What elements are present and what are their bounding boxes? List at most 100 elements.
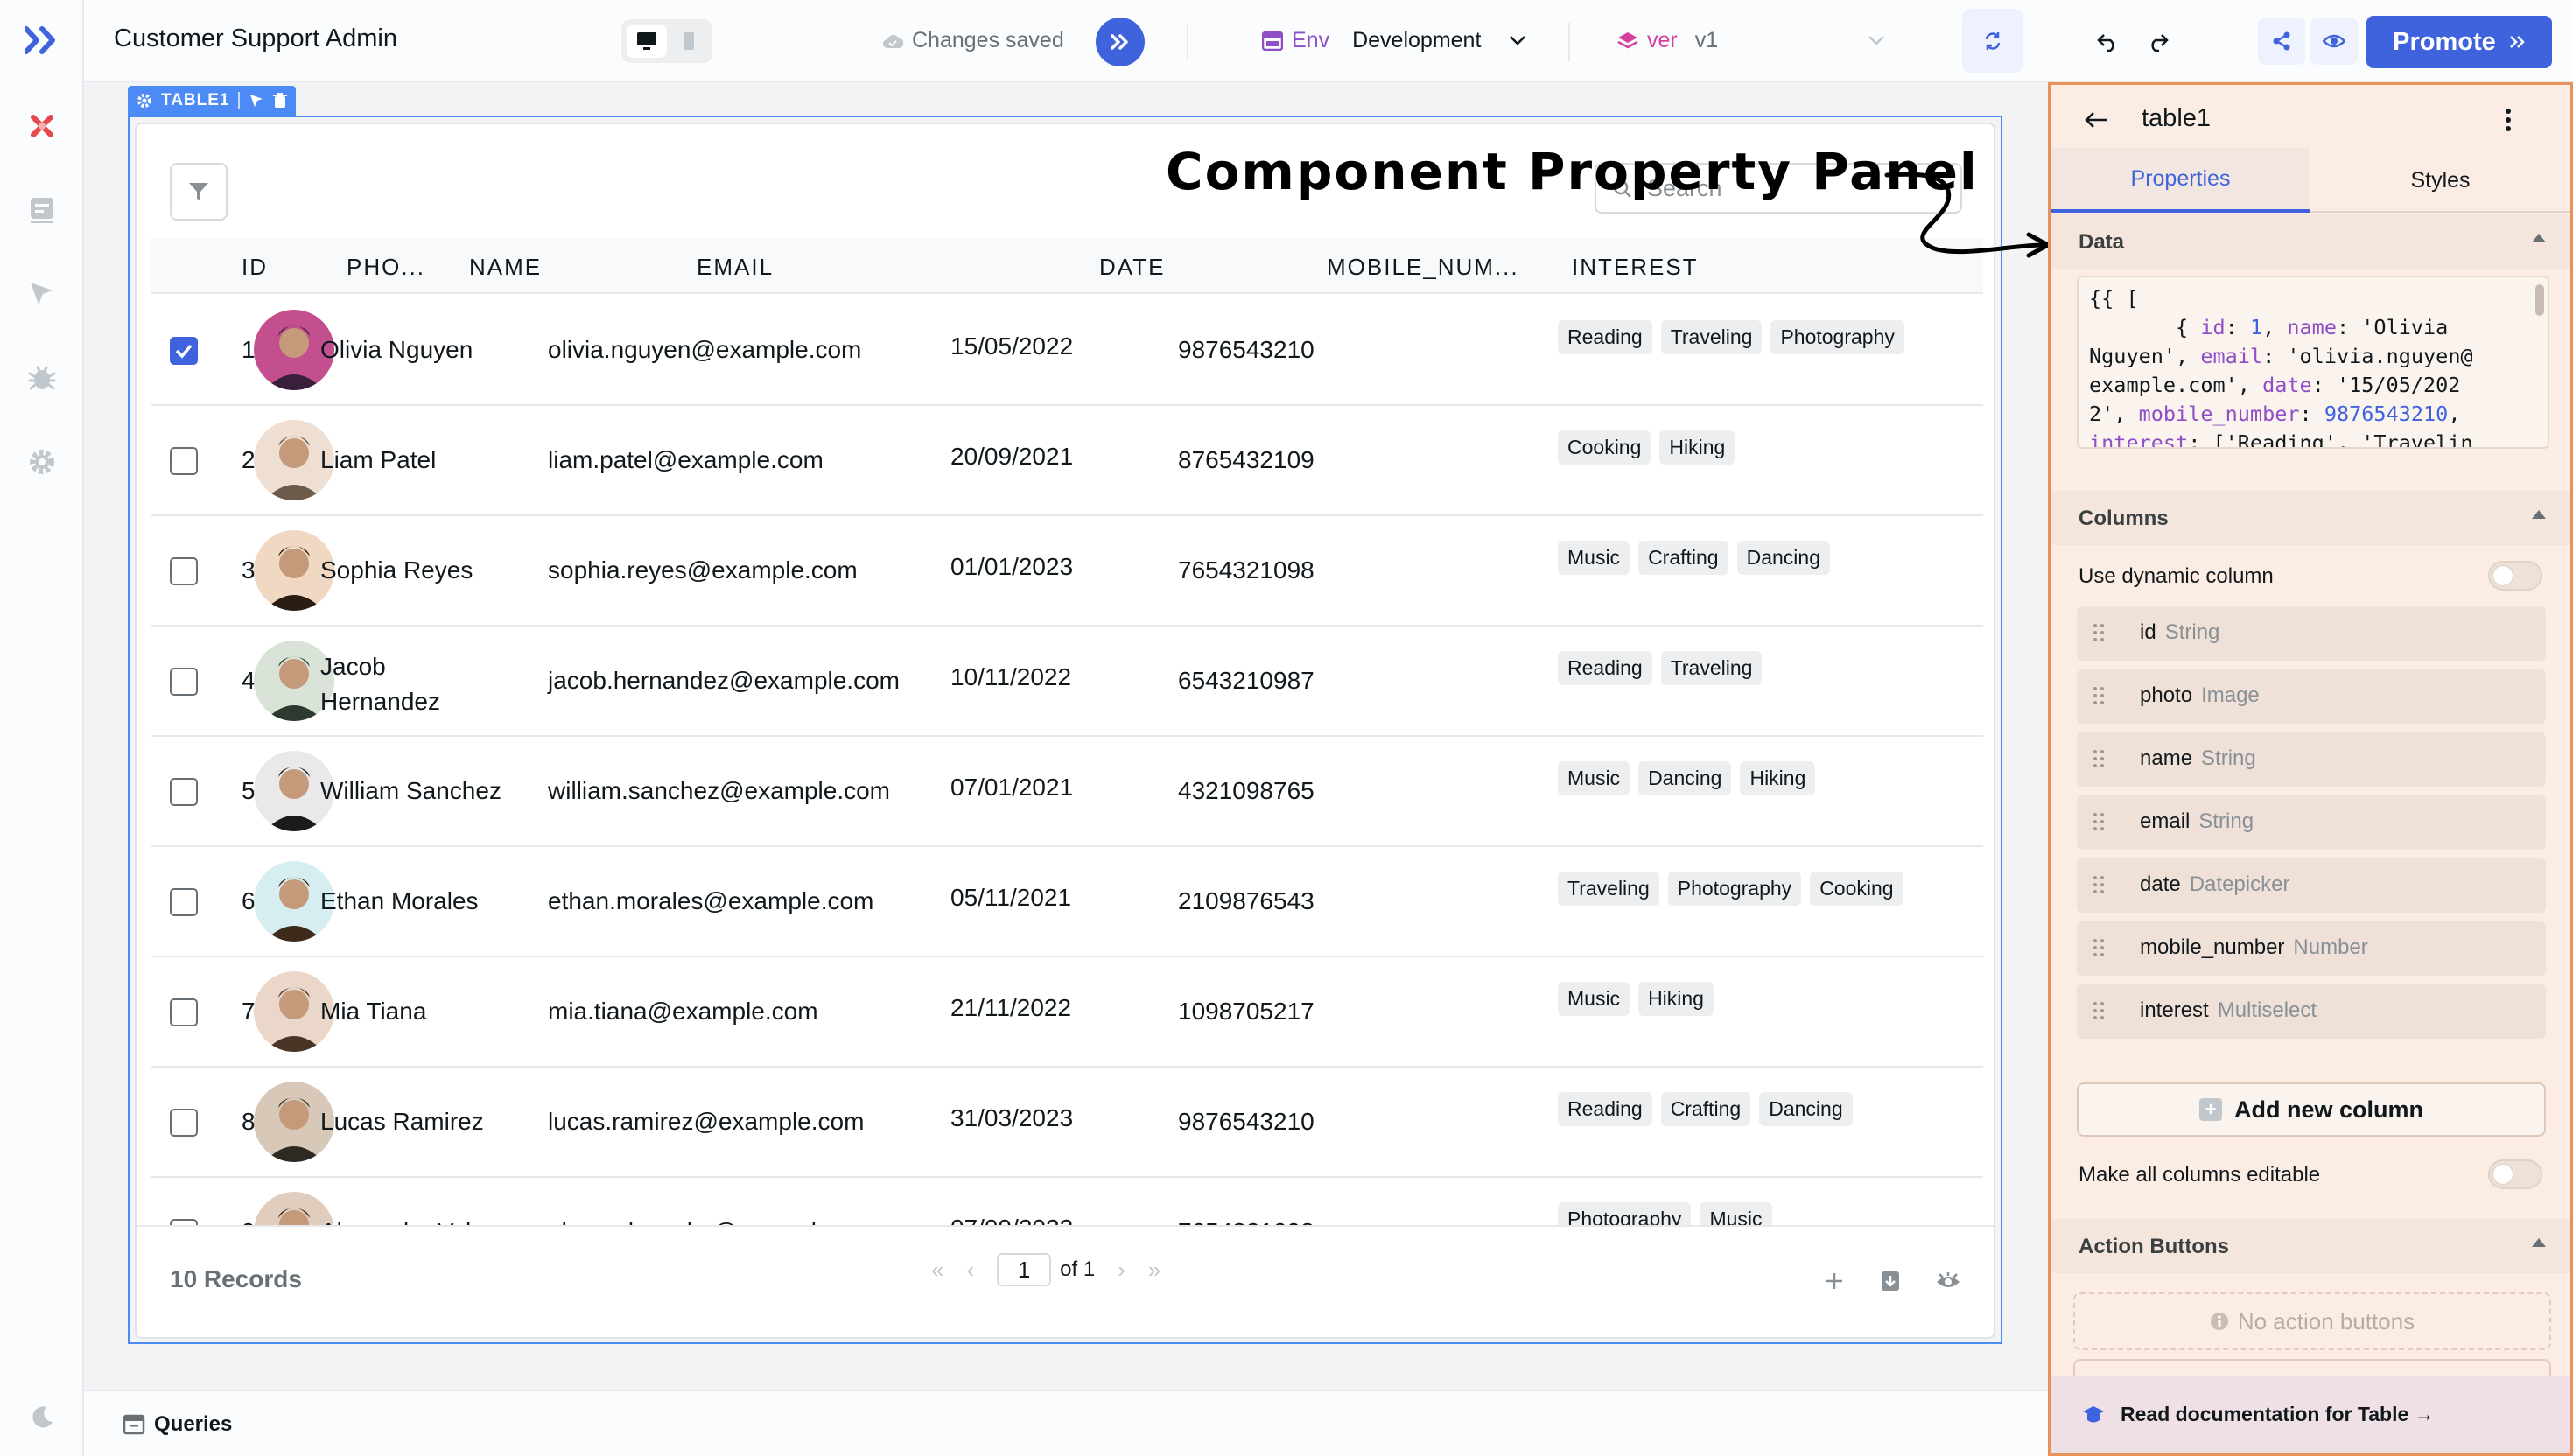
debugger-icon[interactable] [23,359,61,397]
editor-scrollbar[interactable] [2535,284,2544,316]
column-visibility-icon[interactable] [1932,1265,1964,1297]
table-row[interactable]: 3 Sophia Reyes sophia.reyes@example.com 01/… [151,516,1983,626]
column-header-interest[interactable]: INTEREST [1572,254,1699,281]
row-checkbox[interactable] [170,998,198,1026]
column-header-mobile-number[interactable]: MOBILE_NUM... [1327,254,1519,281]
use-dynamic-column-toggle[interactable] [2488,561,2542,591]
device-view-toggle[interactable] [621,19,712,63]
make-editable-toggle[interactable] [2488,1159,2542,1189]
settings-icon[interactable] [23,443,61,481]
column-header-name[interactable]: NAME [469,254,542,281]
row-checkbox[interactable] [170,447,198,475]
row-checkbox[interactable] [170,557,198,585]
cell-mobile-number: 8765432109 [1178,446,1315,473]
column-header-email[interactable]: EMAIL [697,254,774,281]
interest-tag: Music [1558,541,1630,575]
tab-properties[interactable]: Properties [2051,148,2310,213]
table-row[interactable]: 2 Liam Patel liam.patel@example.com 20/09/2… [151,406,1983,516]
release-button[interactable] [1096,18,1145,66]
page-input[interactable]: 1 [997,1253,1052,1286]
table-row[interactable]: 5 William Sanchez william.sanchez@example.… [151,737,1983,847]
table-row[interactable]: 1 Olivia Nguyen olivia.nguyen@example.com 1… [151,296,1983,406]
section-data[interactable]: Data [2051,214,2570,269]
refresh-button[interactable] [1962,9,2023,74]
drag-handle-icon[interactable] [2093,937,2105,958]
component-label[interactable]: TABLE1 [128,86,297,116]
cell-email: william.sanchez@example.com [548,777,891,804]
download-icon[interactable] [1875,1265,1906,1297]
drag-handle-icon[interactable] [2093,685,2105,706]
interest-tag: Hiking [1659,430,1735,465]
column-header-id[interactable]: ID [242,254,268,281]
cell-interest: Cooking Hiking [1558,430,1735,465]
desktop-view-icon[interactable] [627,24,667,58]
section-columns[interactable]: Columns [2051,491,2570,545]
row-checkbox[interactable] [170,888,198,916]
divider [1187,23,1188,61]
undo-icon[interactable] [2092,26,2123,58]
filter-button[interactable] [170,163,228,220]
chevron-down-icon[interactable] [1507,30,1528,51]
logo-icon[interactable] [23,21,61,60]
documentation-link[interactable]: Read documentation for Table → [2051,1376,2570,1453]
column-header-photo[interactable]: PHO... [347,254,425,281]
pages-icon[interactable] [23,191,61,229]
next-page-icon[interactable]: › [1118,1256,1125,1284]
panel-title[interactable]: table1 [2142,104,2211,133]
mobile-view-icon[interactable] [670,24,707,58]
drag-handle-icon[interactable] [2093,874,2105,895]
data-code-editor[interactable]: {{ [ { id: 1, name: 'Olivia Nguyen', ema… [2077,276,2549,449]
drag-handle-icon[interactable] [2093,1000,2105,1021]
row-checkbox[interactable] [170,668,198,696]
column-item-id[interactable]: id String [2077,606,2546,661]
section-action-buttons[interactable]: Action Buttons [2051,1219,2570,1273]
last-page-icon[interactable]: » [1148,1256,1160,1284]
add-row-icon[interactable] [1819,1265,1850,1297]
row-checkbox[interactable] [170,778,198,806]
row-checkbox[interactable] [170,1109,198,1137]
chevron-down-icon[interactable] [1866,30,1887,51]
column-item-interest[interactable]: interest Multiselect [2077,984,2546,1039]
plugin-icon[interactable] [23,107,61,145]
promote-button[interactable]: Promote [2366,16,2552,68]
inspector-icon[interactable] [23,275,61,313]
inspect-icon[interactable] [249,93,264,108]
more-options-icon[interactable] [2504,108,2513,132]
drag-handle-icon[interactable] [2093,622,2105,643]
queries-toggle[interactable]: Queries [123,1412,232,1437]
redo-icon[interactable] [2142,26,2174,58]
prev-page-icon[interactable]: ‹ [966,1256,974,1284]
collapse-icon [2532,234,2546,242]
drag-handle-icon[interactable] [2093,748,2105,769]
table-row[interactable]: 7 Mia Tiana mia.tiana@example.com 21/11/202… [151,957,1983,1068]
column-type: Number [2293,935,2368,959]
trash-icon[interactable] [273,93,288,108]
column-header-date[interactable]: DATE [1099,254,1165,281]
first-page-icon[interactable]: « [931,1256,943,1284]
column-name: email [2140,809,2191,833]
share-button[interactable] [2258,18,2305,65]
table-row[interactable]: 8 Lucas Ramirez lucas.ramirez@example.com 3… [151,1068,1983,1178]
cell-mobile-number: 6543210987 [1178,667,1315,694]
environment-selector[interactable]: Env Development [1262,28,1481,53]
dark-mode-icon[interactable] [23,1398,61,1437]
cell-interest: Traveling Photography Cooking [1558,872,1903,906]
row-checkbox[interactable] [170,337,198,365]
app-title[interactable]: Customer Support Admin [114,24,397,53]
column-item-mobile-number[interactable]: mobile_number Number [2077,921,2546,976]
column-item-name[interactable]: name String [2077,732,2546,787]
no-action-buttons-text: No action buttons [2237,1307,2415,1334]
column-item-date[interactable]: date Datepicker [2077,858,2546,913]
drag-handle-icon[interactable] [2093,811,2105,832]
interest-tag: Music [1558,761,1630,795]
back-arrow-icon[interactable] [2084,109,2108,130]
table-row[interactable]: 4 Jacob Hernandez jacob.hernandez@example.… [151,626,1983,737]
preview-button[interactable] [2310,18,2358,65]
version-selector[interactable]: ver v1 [1617,28,1718,53]
tab-styles[interactable]: Styles [2310,148,2570,213]
column-item-email[interactable]: email String [2077,795,2546,850]
add-new-column-button[interactable]: + Add new column [2077,1082,2546,1137]
interest-tag: Reading [1558,320,1652,354]
table-row[interactable]: 6 Ethan Morales ethan.morales@example.com 0… [151,847,1983,957]
column-item-photo[interactable]: photo Image [2077,669,2546,724]
